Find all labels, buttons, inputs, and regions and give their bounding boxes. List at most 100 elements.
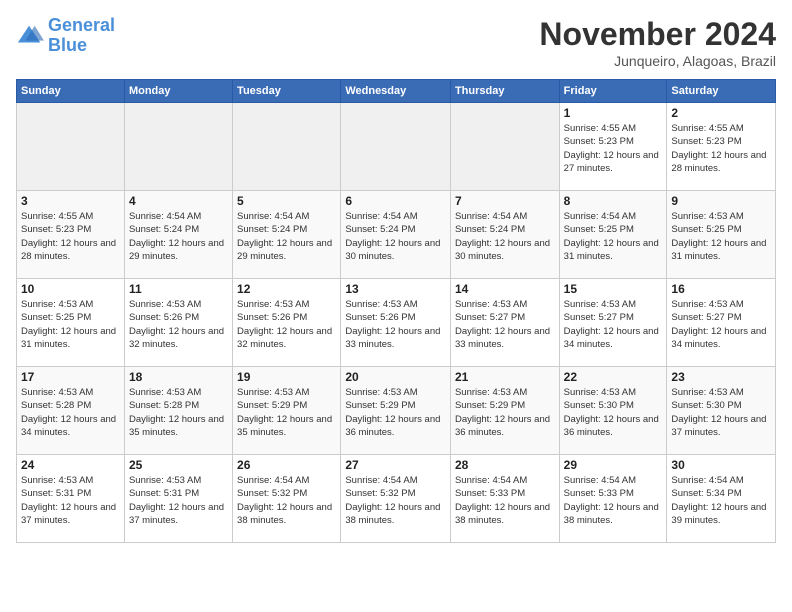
day-info: Sunrise: 4:54 AM Sunset: 5:24 PM Dayligh… xyxy=(455,210,555,263)
day-info: Sunrise: 4:53 AM Sunset: 5:27 PM Dayligh… xyxy=(671,298,771,351)
calendar-cell: 18 Sunrise: 4:53 AM Sunset: 5:28 PM Dayli… xyxy=(124,367,232,455)
day-number: 29 xyxy=(564,458,663,472)
day-number: 9 xyxy=(671,194,771,208)
calendar-header-row: SundayMondayTuesdayWednesdayThursdayFrid… xyxy=(17,80,776,103)
header-friday: Friday xyxy=(559,80,667,103)
day-number: 14 xyxy=(455,282,555,296)
calendar-cell: 19 Sunrise: 4:53 AM Sunset: 5:29 PM Dayli… xyxy=(233,367,341,455)
calendar-cell: 25 Sunrise: 4:53 AM Sunset: 5:31 PM Dayli… xyxy=(124,455,232,543)
calendar-week-5: 24 Sunrise: 4:53 AM Sunset: 5:31 PM Dayli… xyxy=(17,455,776,543)
month-title: November 2024 xyxy=(539,16,776,53)
day-info: Sunrise: 4:53 AM Sunset: 5:27 PM Dayligh… xyxy=(564,298,663,351)
calendar-cell xyxy=(124,103,232,191)
day-info: Sunrise: 4:54 AM Sunset: 5:24 PM Dayligh… xyxy=(345,210,446,263)
day-number: 19 xyxy=(237,370,336,384)
day-info: Sunrise: 4:53 AM Sunset: 5:28 PM Dayligh… xyxy=(21,386,120,439)
logo-line1: General xyxy=(48,15,115,35)
calendar-cell: 27 Sunrise: 4:54 AM Sunset: 5:32 PM Dayli… xyxy=(341,455,451,543)
calendar-cell: 22 Sunrise: 4:53 AM Sunset: 5:30 PM Dayli… xyxy=(559,367,667,455)
day-number: 11 xyxy=(129,282,228,296)
day-number: 28 xyxy=(455,458,555,472)
day-info: Sunrise: 4:53 AM Sunset: 5:30 PM Dayligh… xyxy=(671,386,771,439)
calendar-cell: 20 Sunrise: 4:53 AM Sunset: 5:29 PM Dayli… xyxy=(341,367,451,455)
day-info: Sunrise: 4:54 AM Sunset: 5:24 PM Dayligh… xyxy=(237,210,336,263)
logo-icon xyxy=(16,22,44,50)
calendar-cell: 14Sunrise: 4:53 AM Sunset: 5:27 PM Dayli… xyxy=(450,279,559,367)
day-number: 25 xyxy=(129,458,228,472)
logo-line2: Blue xyxy=(48,35,87,55)
calendar-cell: 26 Sunrise: 4:54 AM Sunset: 5:32 PM Dayli… xyxy=(233,455,341,543)
day-info: Sunrise: 4:54 AM Sunset: 5:34 PM Dayligh… xyxy=(671,474,771,527)
calendar-cell: 24 Sunrise: 4:53 AM Sunset: 5:31 PM Dayli… xyxy=(17,455,125,543)
calendar-cell: 2 Sunrise: 4:55 AM Sunset: 5:23 PM Daylig… xyxy=(667,103,776,191)
calendar-week-2: 3Sunrise: 4:55 AM Sunset: 5:23 PM Daylig… xyxy=(17,191,776,279)
day-info: Sunrise: 4:53 AM Sunset: 5:25 PM Dayligh… xyxy=(21,298,120,351)
day-info: Sunrise: 4:55 AM Sunset: 5:23 PM Dayligh… xyxy=(671,122,771,175)
day-info: Sunrise: 4:55 AM Sunset: 5:23 PM Dayligh… xyxy=(564,122,663,175)
day-number: 16 xyxy=(671,282,771,296)
calendar-cell: 9 Sunrise: 4:53 AM Sunset: 5:25 PM Daylig… xyxy=(667,191,776,279)
day-info: Sunrise: 4:54 AM Sunset: 5:32 PM Dayligh… xyxy=(237,474,336,527)
day-info: Sunrise: 4:53 AM Sunset: 5:26 PM Dayligh… xyxy=(345,298,446,351)
day-info: Sunrise: 4:54 AM Sunset: 5:32 PM Dayligh… xyxy=(345,474,446,527)
day-info: Sunrise: 4:53 AM Sunset: 5:28 PM Dayligh… xyxy=(129,386,228,439)
day-number: 12 xyxy=(237,282,336,296)
day-info: Sunrise: 4:54 AM Sunset: 5:33 PM Dayligh… xyxy=(564,474,663,527)
day-info: Sunrise: 4:53 AM Sunset: 5:31 PM Dayligh… xyxy=(21,474,120,527)
day-number: 27 xyxy=(345,458,446,472)
day-info: Sunrise: 4:53 AM Sunset: 5:26 PM Dayligh… xyxy=(237,298,336,351)
day-info: Sunrise: 4:53 AM Sunset: 5:29 PM Dayligh… xyxy=(345,386,446,439)
calendar-cell xyxy=(450,103,559,191)
calendar-week-3: 10Sunrise: 4:53 AM Sunset: 5:25 PM Dayli… xyxy=(17,279,776,367)
day-info: Sunrise: 4:54 AM Sunset: 5:33 PM Dayligh… xyxy=(455,474,555,527)
calendar-week-4: 17 Sunrise: 4:53 AM Sunset: 5:28 PM Dayli… xyxy=(17,367,776,455)
header-saturday: Saturday xyxy=(667,80,776,103)
day-number: 18 xyxy=(129,370,228,384)
day-number: 24 xyxy=(21,458,120,472)
day-number: 22 xyxy=(564,370,663,384)
day-number: 26 xyxy=(237,458,336,472)
calendar-cell: 13 Sunrise: 4:53 AM Sunset: 5:26 PM Dayli… xyxy=(341,279,451,367)
logo-text: General Blue xyxy=(48,16,115,56)
calendar-cell xyxy=(233,103,341,191)
calendar-cell: 23 Sunrise: 4:53 AM Sunset: 5:30 PM Dayli… xyxy=(667,367,776,455)
logo: General Blue xyxy=(16,16,115,56)
day-info: Sunrise: 4:54 AM Sunset: 5:25 PM Dayligh… xyxy=(564,210,663,263)
calendar-cell: 4Sunrise: 4:54 AM Sunset: 5:24 PM Daylig… xyxy=(124,191,232,279)
calendar-cell: 10Sunrise: 4:53 AM Sunset: 5:25 PM Dayli… xyxy=(17,279,125,367)
day-number: 6 xyxy=(345,194,446,208)
day-number: 8 xyxy=(564,194,663,208)
calendar-cell: 17 Sunrise: 4:53 AM Sunset: 5:28 PM Dayli… xyxy=(17,367,125,455)
calendar-cell: 5 Sunrise: 4:54 AM Sunset: 5:24 PM Daylig… xyxy=(233,191,341,279)
calendar-cell: 28 Sunrise: 4:54 AM Sunset: 5:33 PM Dayli… xyxy=(450,455,559,543)
day-info: Sunrise: 4:55 AM Sunset: 5:23 PM Dayligh… xyxy=(21,210,120,263)
day-number: 13 xyxy=(345,282,446,296)
day-info: Sunrise: 4:53 AM Sunset: 5:25 PM Dayligh… xyxy=(671,210,771,263)
day-number: 2 xyxy=(671,106,771,120)
calendar-cell: 30 Sunrise: 4:54 AM Sunset: 5:34 PM Dayli… xyxy=(667,455,776,543)
day-info: Sunrise: 4:53 AM Sunset: 5:26 PM Dayligh… xyxy=(129,298,228,351)
day-number: 17 xyxy=(21,370,120,384)
header-monday: Monday xyxy=(124,80,232,103)
day-number: 23 xyxy=(671,370,771,384)
calendar-cell: 16 Sunrise: 4:53 AM Sunset: 5:27 PM Dayli… xyxy=(667,279,776,367)
calendar-cell: 21Sunrise: 4:53 AM Sunset: 5:29 PM Dayli… xyxy=(450,367,559,455)
day-number: 7 xyxy=(455,194,555,208)
header-sunday: Sunday xyxy=(17,80,125,103)
page-header: General Blue November 2024 Junqueiro, Al… xyxy=(16,16,776,69)
calendar-cell xyxy=(17,103,125,191)
day-number: 20 xyxy=(345,370,446,384)
calendar-cell: 1Sunrise: 4:55 AM Sunset: 5:23 PM Daylig… xyxy=(559,103,667,191)
title-block: November 2024 Junqueiro, Alagoas, Brazil xyxy=(539,16,776,69)
day-info: Sunrise: 4:53 AM Sunset: 5:31 PM Dayligh… xyxy=(129,474,228,527)
calendar-table: SundayMondayTuesdayWednesdayThursdayFrid… xyxy=(16,79,776,543)
calendar-cell: 7 Sunrise: 4:54 AM Sunset: 5:24 PM Daylig… xyxy=(450,191,559,279)
day-number: 30 xyxy=(671,458,771,472)
day-info: Sunrise: 4:53 AM Sunset: 5:29 PM Dayligh… xyxy=(237,386,336,439)
calendar-cell: 29 Sunrise: 4:54 AM Sunset: 5:33 PM Dayli… xyxy=(559,455,667,543)
day-number: 5 xyxy=(237,194,336,208)
calendar-cell: 15Sunrise: 4:53 AM Sunset: 5:27 PM Dayli… xyxy=(559,279,667,367)
calendar-cell: 6 Sunrise: 4:54 AM Sunset: 5:24 PM Daylig… xyxy=(341,191,451,279)
calendar-week-1: 1Sunrise: 4:55 AM Sunset: 5:23 PM Daylig… xyxy=(17,103,776,191)
day-info: Sunrise: 4:53 AM Sunset: 5:30 PM Dayligh… xyxy=(564,386,663,439)
